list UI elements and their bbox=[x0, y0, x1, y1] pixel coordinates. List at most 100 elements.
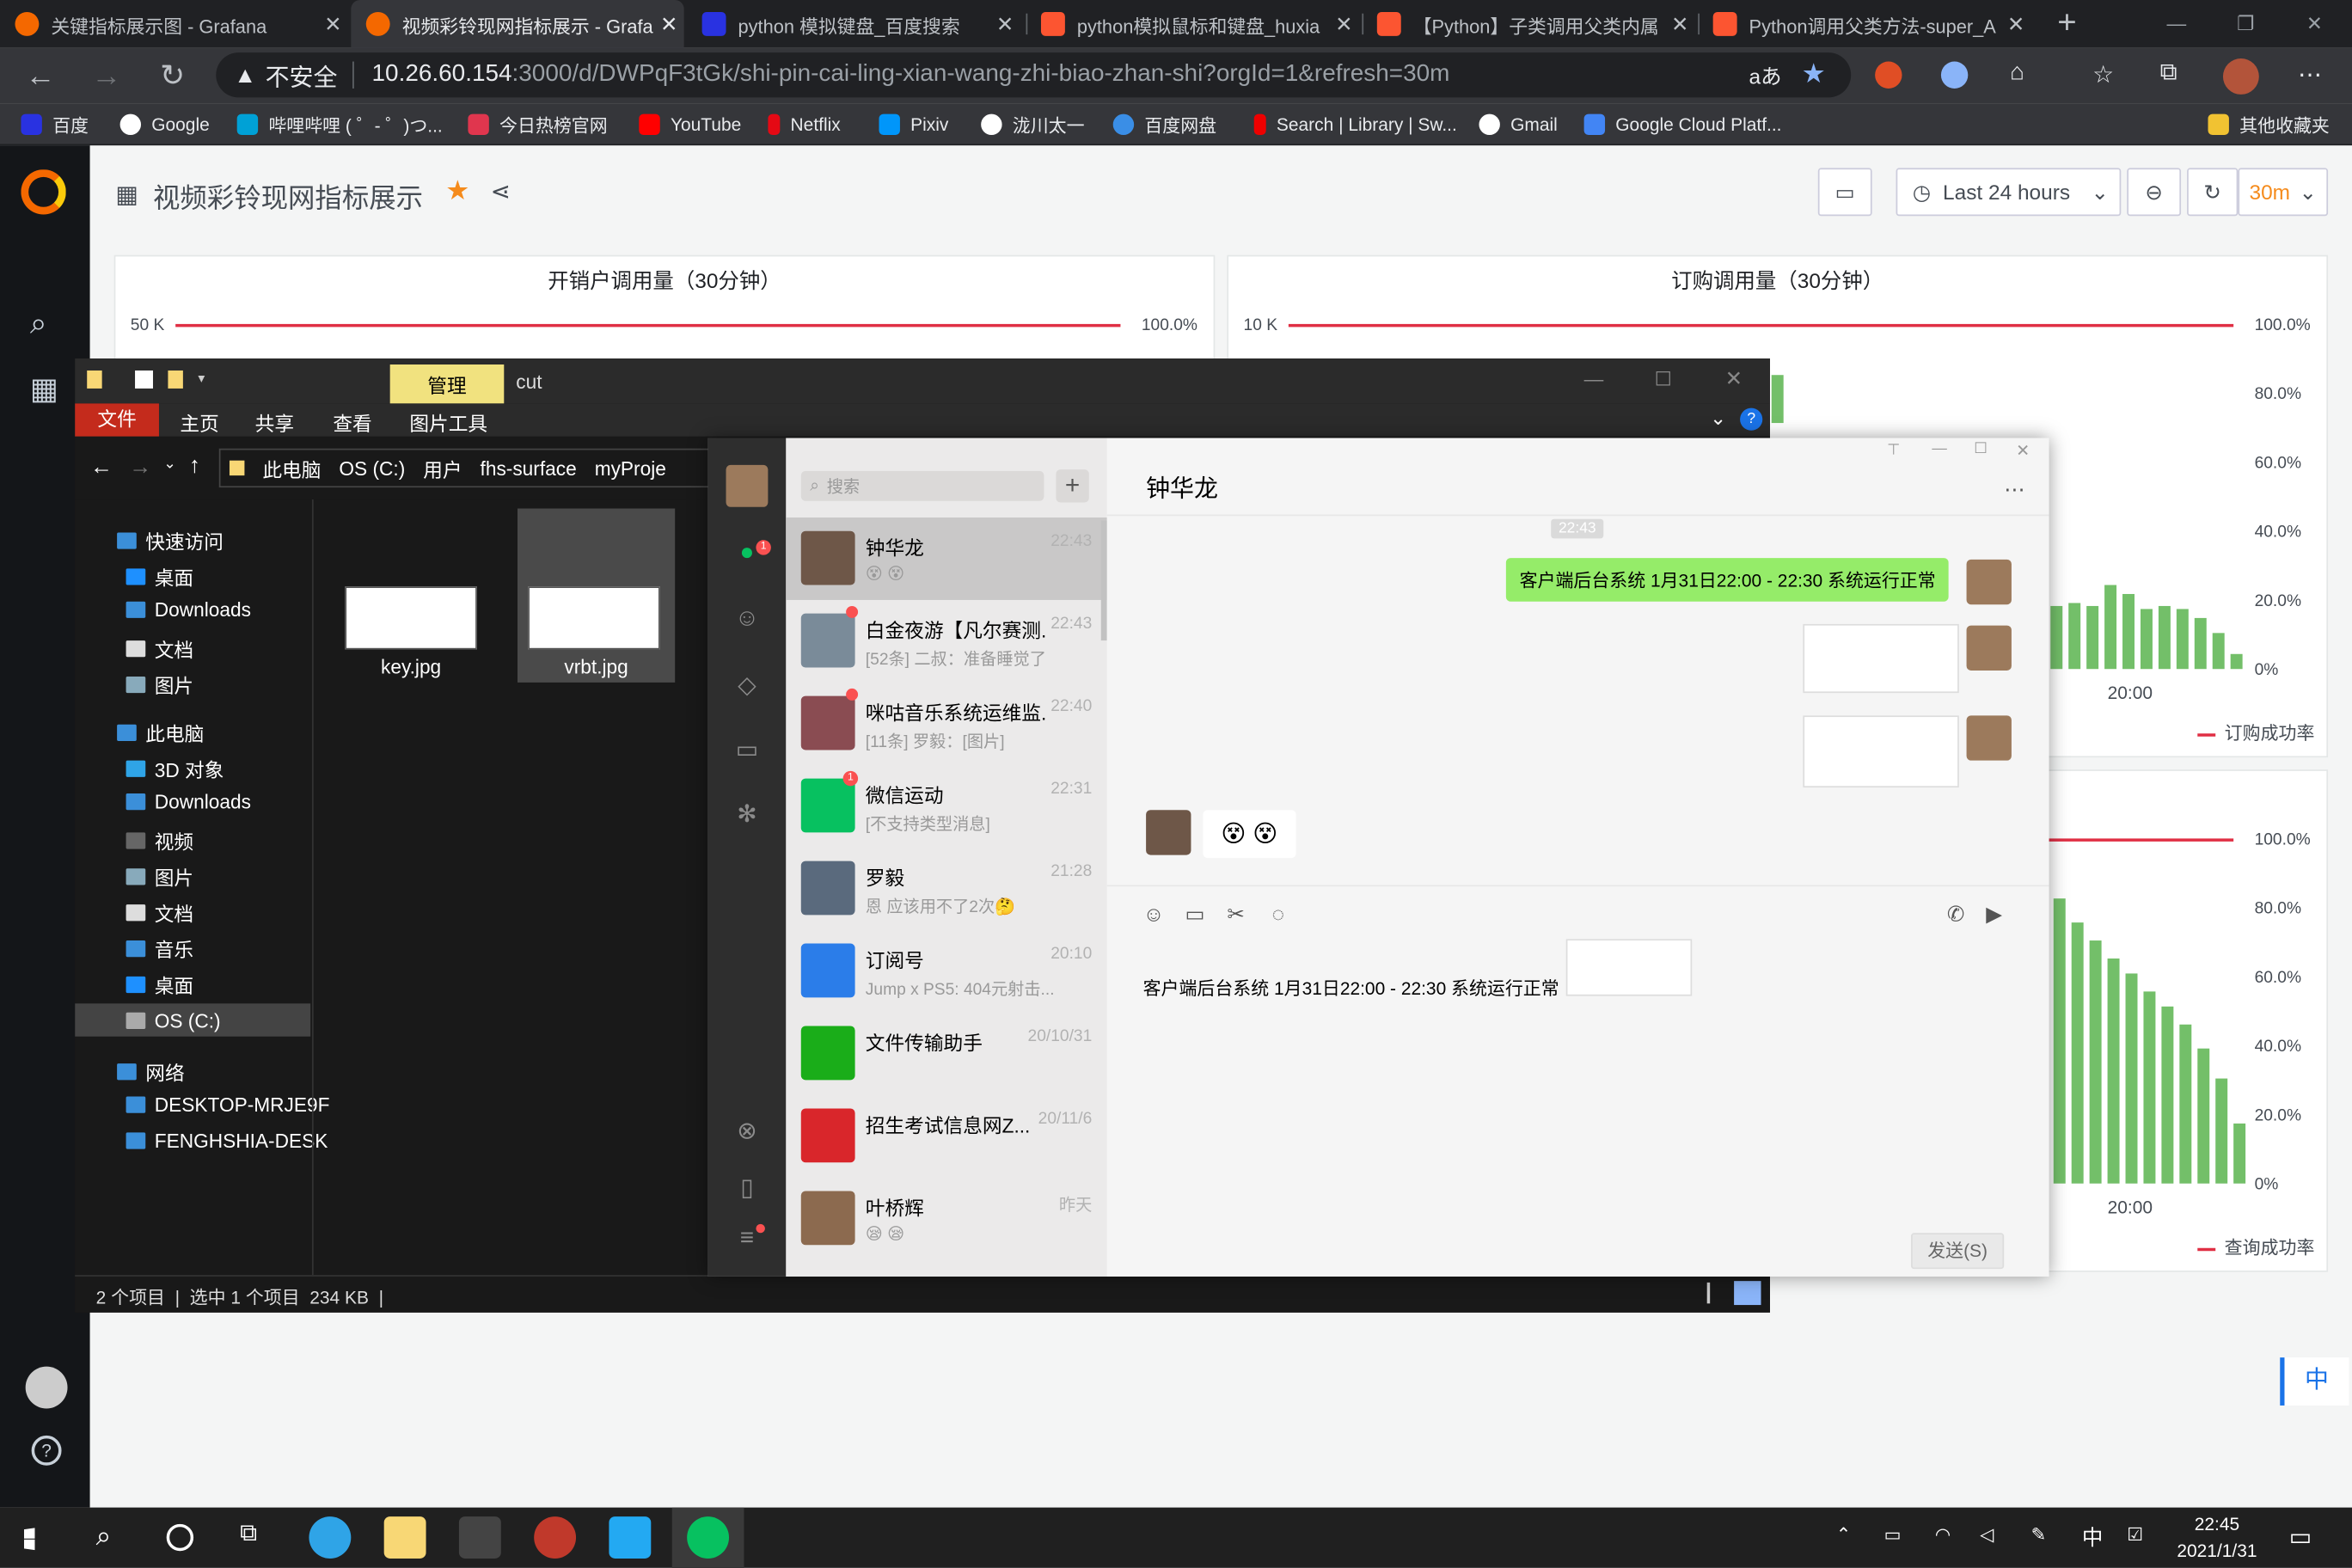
details-view-icon[interactable] bbox=[1706, 1282, 1711, 1304]
send-button[interactable]: 发送(S) bbox=[1911, 1233, 2005, 1270]
ribbon-tab-view[interactable]: 查看 bbox=[333, 408, 371, 437]
bookmark-item[interactable]: Pixiv bbox=[879, 111, 948, 138]
close-icon[interactable]: ✕ bbox=[1725, 366, 1743, 392]
cortana-icon[interactable] bbox=[166, 1523, 194, 1552]
ribbon-tab-home[interactable]: 主页 bbox=[180, 408, 218, 437]
browser-tab[interactable]: Python调用父类方法-super_A ✕ bbox=[1698, 0, 2030, 48]
close-tab-icon[interactable]: ✕ bbox=[990, 11, 1020, 37]
user-avatar[interactable] bbox=[726, 464, 769, 507]
chat-list-item[interactable]: 白金夜游【凡尔赛测... [52条] 二叔：准备睡觉了 22:43 bbox=[786, 600, 1106, 683]
tree-item[interactable]: 文档 bbox=[126, 634, 193, 663]
path-segment[interactable]: OS (C:) bbox=[339, 456, 405, 479]
minimize-icon[interactable]: — bbox=[1584, 368, 1604, 390]
user-avatar[interactable] bbox=[25, 1366, 68, 1409]
new-folder-icon[interactable] bbox=[168, 370, 183, 389]
received-message[interactable]: 😵 😵 bbox=[1203, 810, 1296, 859]
tree-item[interactable]: 图片 bbox=[126, 671, 193, 699]
maximize-icon[interactable]: ❐ bbox=[2211, 0, 2280, 48]
ribbon-tab-file[interactable]: 文件 bbox=[75, 403, 159, 437]
tree-quick-access[interactable]: 快速访问 bbox=[117, 526, 224, 554]
add-chat-button[interactable]: + bbox=[1056, 469, 1089, 503]
tree-item[interactable]: 桌面 bbox=[126, 971, 193, 999]
tree-item[interactable]: 视频 bbox=[126, 826, 193, 854]
translate-icon[interactable]: aあ bbox=[1749, 62, 1782, 92]
my-avatar[interactable] bbox=[1966, 625, 2012, 671]
extension-icon[interactable] bbox=[1875, 61, 1902, 89]
ime-indicator[interactable]: 中 bbox=[2280, 1357, 2349, 1406]
bookmark-item[interactable]: 今日热榜官网 bbox=[468, 111, 608, 138]
refresh-interval[interactable]: 30m ⌄ bbox=[2238, 168, 2329, 217]
close-icon[interactable]: ✕ bbox=[2016, 441, 2030, 461]
pin-icon[interactable]: ⊤ bbox=[1887, 443, 1900, 459]
chat-list-item[interactable]: 1 微信运动 [不支持类型消息] 22:31 bbox=[786, 765, 1106, 848]
search-icon[interactable]: ⌕ bbox=[96, 1521, 112, 1553]
help-icon[interactable]: ? bbox=[31, 1435, 62, 1466]
minimize-icon[interactable]: — bbox=[2142, 0, 2211, 48]
profile-avatar[interactable] bbox=[2222, 58, 2259, 95]
vscode-icon[interactable] bbox=[609, 1516, 652, 1559]
browser-tab[interactable]: 【Python】子类调用父类内属 ✕ bbox=[1362, 0, 1694, 48]
edge-icon[interactable] bbox=[309, 1516, 352, 1559]
minimize-icon[interactable]: — bbox=[1932, 441, 1946, 457]
tree-item[interactable]: Downloads bbox=[126, 791, 251, 813]
path-bar[interactable]: 此电脑 OS (C:) 用户 fhs-surface myProje bbox=[218, 448, 714, 488]
favorites-icon[interactable]: ◇ bbox=[732, 671, 763, 701]
my-avatar[interactable] bbox=[1966, 559, 2012, 605]
contacts-icon[interactable]: ☺ bbox=[732, 606, 763, 636]
browser-tab-active[interactable]: 视频彩铃现网指标展示 - Grafa ✕ bbox=[351, 0, 684, 48]
tree-item[interactable]: 3D 对象 bbox=[126, 755, 224, 783]
sent-message[interactable]: 客户端后台系统 1月31日22:00 - 22:30 系统运行正常 bbox=[1505, 558, 1950, 602]
contact-avatar[interactable] bbox=[1146, 810, 1191, 855]
tree-item[interactable]: 文档 bbox=[126, 898, 193, 927]
tree-item[interactable]: DESKTOP-MRJE9F bbox=[126, 1093, 329, 1116]
draft-image[interactable] bbox=[1565, 939, 1693, 996]
my-avatar[interactable] bbox=[1966, 715, 2012, 761]
browser-tab[interactable]: python模拟鼠标和键盘_huxia ✕ bbox=[1026, 0, 1359, 48]
tree-item[interactable]: Downloads bbox=[126, 598, 251, 621]
windows-start-icon[interactable] bbox=[23, 1528, 35, 1551]
phone-icon[interactable]: ▯ bbox=[732, 1173, 763, 1204]
legend-item[interactable]: 订购成功率 bbox=[2197, 720, 2314, 746]
close-tab-icon[interactable]: ✕ bbox=[2001, 11, 2031, 37]
wifi-icon[interactable]: ◠ bbox=[1935, 1524, 1951, 1545]
more-icon[interactable]: ⋯ bbox=[2298, 60, 2322, 90]
moments-icon[interactable]: ✻ bbox=[732, 799, 763, 830]
large-icons-view-icon[interactable] bbox=[1734, 1281, 1761, 1306]
chat-list-item[interactable]: 罗毅恩 应该用不了2次🤔 21:28 bbox=[786, 848, 1106, 930]
app-icon[interactable] bbox=[534, 1516, 577, 1559]
chat-list-item[interactable]: 咪咕音乐系统运维监... [11条] 罗毅：[图片] 22:40 bbox=[786, 683, 1106, 765]
tab-manage[interactable]: 管理 bbox=[389, 364, 505, 404]
bookmark-item[interactable]: YouTube bbox=[639, 111, 741, 138]
close-tab-icon[interactable]: ✕ bbox=[654, 11, 684, 37]
folder-icon[interactable]: ▭ bbox=[1185, 902, 1204, 928]
tree-this-pc[interactable]: 此电脑 bbox=[117, 719, 204, 747]
bookmark-item[interactable]: 百度 bbox=[21, 111, 89, 138]
search-icon[interactable]: ⌕ bbox=[30, 308, 47, 342]
path-segment[interactable]: 用户 bbox=[423, 454, 462, 482]
refresh-button[interactable]: ↻ bbox=[2187, 168, 2239, 217]
share-icon[interactable]: ⋖ bbox=[491, 177, 511, 207]
tree-item[interactable]: 图片 bbox=[126, 862, 193, 891]
ime-indicator[interactable]: 中 bbox=[2082, 1522, 2103, 1553]
browser-tab[interactable]: python 模拟键盘_百度搜索 ✕ bbox=[687, 0, 1020, 48]
up-icon[interactable]: ↑ bbox=[189, 453, 200, 479]
file-explorer-icon[interactable] bbox=[383, 1516, 426, 1559]
battery-icon[interactable]: ▭ bbox=[1884, 1524, 1902, 1545]
close-tab-icon[interactable]: ✕ bbox=[1665, 11, 1695, 37]
chat-list-item[interactable]: 叶桥辉 😪 😪 昨天 bbox=[786, 1178, 1106, 1260]
tree-item[interactable]: 音乐 bbox=[126, 934, 193, 963]
bookmark-item[interactable]: Gmail bbox=[1479, 111, 1558, 138]
bookmark-item[interactable]: 泷川太一 bbox=[981, 111, 1085, 138]
checkbox-icon[interactable]: ☑ bbox=[2127, 1524, 2143, 1545]
task-view-icon[interactable]: ⧉ bbox=[240, 1521, 257, 1547]
help-icon[interactable]: ? bbox=[1740, 407, 1763, 431]
forward-icon[interactable]: → bbox=[84, 54, 129, 99]
search-input[interactable]: ⌕ 搜索 bbox=[800, 470, 1044, 501]
recent-dropdown-icon[interactable]: ⌄ bbox=[163, 456, 176, 472]
dashboard-title[interactable]: 视频彩铃现网指标展示 bbox=[153, 177, 423, 216]
sent-image[interactable] bbox=[1803, 715, 1959, 788]
more-icon[interactable]: ⋯ bbox=[2004, 477, 2024, 503]
close-icon[interactable]: ✕ bbox=[2280, 0, 2349, 48]
ribbon-tab-share[interactable]: 共享 bbox=[255, 408, 294, 437]
store-icon[interactable] bbox=[458, 1516, 501, 1559]
